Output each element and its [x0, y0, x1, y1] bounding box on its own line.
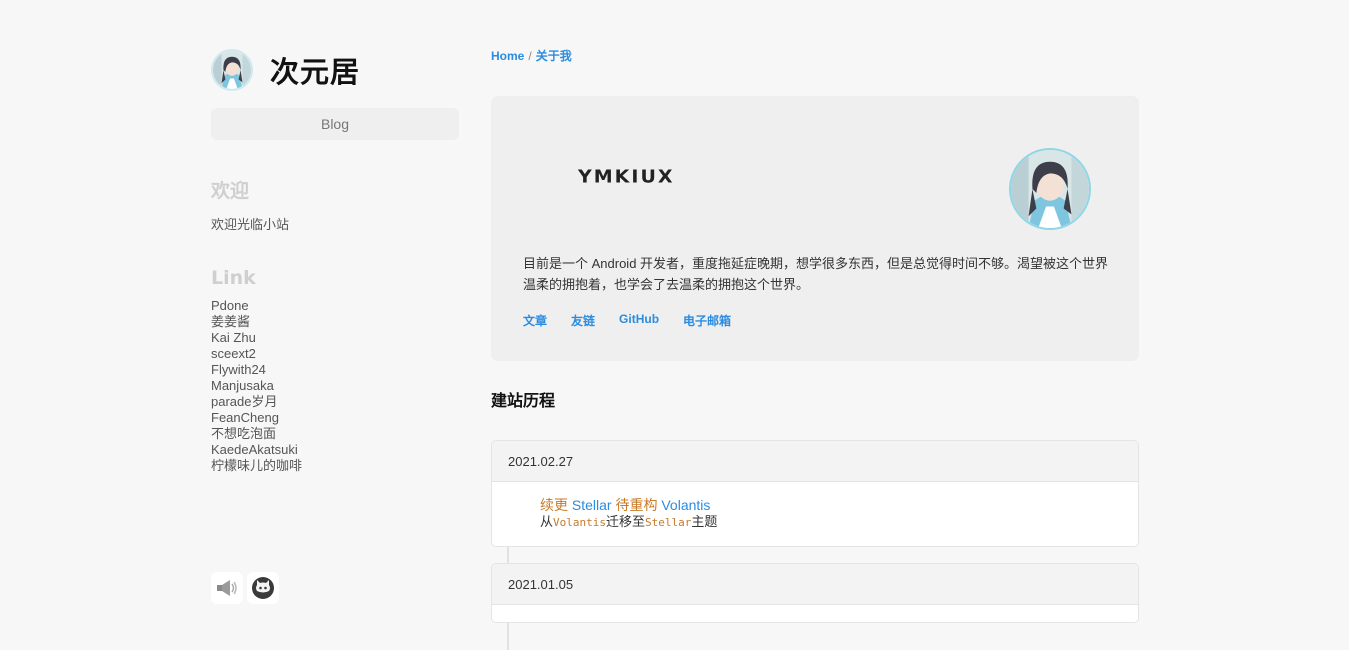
friend-link[interactable]: FeanCheng [211, 410, 459, 426]
nav-blog-button[interactable]: Blog [211, 108, 459, 140]
timeline-date: 2021.01.05 [492, 564, 1138, 605]
site-brand[interactable]: 次元居 [211, 47, 459, 93]
breadcrumb-home[interactable]: Home [491, 49, 524, 63]
about-link-posts[interactable]: 文章 [523, 312, 547, 329]
history-title: 建站历程 [491, 391, 556, 410]
friend-link[interactable]: Manjusaka [211, 378, 459, 394]
entry-text: 续更 [540, 497, 568, 513]
entry-text: 待重构 [615, 497, 658, 513]
welcome-text: 欢迎光临小站 [211, 217, 290, 232]
about-logo: YMKIUX [578, 166, 675, 188]
sidebar: 次元居 Blog 欢迎 欢迎光临小站 Link Pdone 姜姜酱 Kai Zh… [211, 47, 459, 635]
megaphone-icon[interactable] [211, 572, 243, 604]
about-links: 文章 友链 GitHub 电子邮箱 [523, 312, 731, 329]
friend-link[interactable]: parade岁月 [211, 394, 459, 410]
friend-links-list: Pdone 姜姜酱 Kai Zhu sceext2 Flywith24 Manj… [211, 298, 459, 474]
history-timeline: 2021.02.27 续更 Stellar 待重构 Volantis 从Vola… [491, 440, 1139, 650]
timeline-entry-title: 续更 Stellar 待重构 Volantis [540, 497, 1138, 514]
links-heading: Link [211, 267, 256, 289]
social-links [211, 572, 279, 604]
friend-link[interactable]: 不想吃泡面 [211, 426, 459, 442]
entry-code: Volantis [553, 516, 606, 529]
about-avatar [1009, 148, 1091, 230]
about-link-email[interactable]: 电子邮箱 [683, 312, 731, 329]
timeline-entry: 2021.02.27 续更 Stellar 待重构 Volantis 从Vola… [491, 440, 1139, 547]
friend-link[interactable]: KaedeAkatsuki [211, 442, 459, 458]
friend-link[interactable]: Flywith24 [211, 362, 459, 378]
entry-text: 从 [540, 514, 554, 529]
about-card: YMKIUX 目前是一个 Android 开发者，重度拖延症晚期，想学很多东西，… [491, 96, 1139, 361]
site-avatar[interactable] [211, 49, 253, 91]
breadcrumb-separator: / [528, 49, 532, 63]
timeline-date: 2021.02.27 [492, 441, 1138, 482]
welcome-heading: 欢迎 [211, 180, 250, 202]
timeline-entry-desc: 从Volantis迁移至Stellar主题 [540, 514, 1138, 531]
entry-code: Stellar [645, 516, 692, 529]
friend-link[interactable]: sceext2 [211, 346, 459, 362]
timeline-entry: 2021.01.05 [491, 563, 1139, 623]
friend-link[interactable]: Kai Zhu [211, 330, 459, 346]
friend-link[interactable]: 柠檬味儿的咖啡 [211, 458, 459, 474]
site-title[interactable]: 次元居 [270, 49, 360, 91]
breadcrumb-current[interactable]: 关于我 [536, 49, 572, 63]
breadcrumb: Home / 关于我 [491, 47, 1139, 65]
entry-link-volantis[interactable]: Volantis [657, 497, 710, 513]
github-icon[interactable] [247, 572, 279, 604]
friend-link[interactable]: 姜姜酱 [211, 314, 459, 330]
about-description: 目前是一个 Android 开发者，重度拖延症晚期，想学很多东西，但是总觉得时间… [523, 256, 1109, 292]
timeline-body: 续更 Stellar 待重构 Volantis 从Volantis迁移至Stel… [492, 482, 1138, 531]
entry-text: 主题 [691, 514, 718, 529]
main-content: Home / 关于我 YMKIUX 目前是一个 Android 开发者，重度拖延症晚… [491, 47, 1139, 650]
about-link-friends[interactable]: 友链 [571, 312, 595, 329]
about-link-github[interactable]: GitHub [619, 312, 659, 329]
entry-link-stellar[interactable]: Stellar [568, 497, 615, 513]
entry-text: 迁移至 [606, 514, 646, 529]
friend-link[interactable]: Pdone [211, 298, 459, 314]
